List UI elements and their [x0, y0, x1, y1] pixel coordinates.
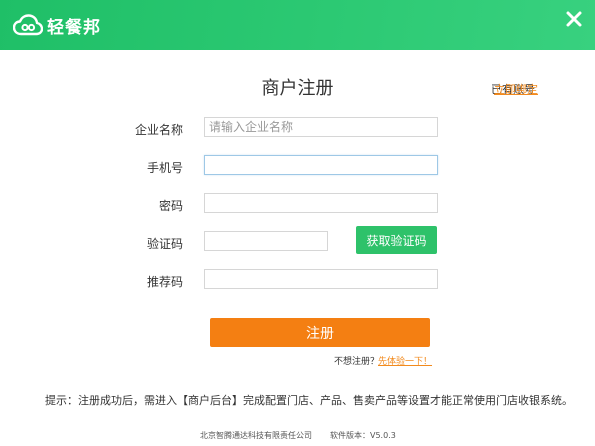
company-name-input[interactable]: [204, 117, 438, 137]
skip-register-text: 不想注册？: [334, 357, 380, 367]
cloud-logo-icon: [13, 14, 43, 36]
footer-company: 北京智腾通达科技有限责任公司: [200, 431, 312, 440]
verification-code-label: 验证码: [146, 237, 183, 251]
footer-version: 软件版本：V5.0.3: [330, 431, 396, 440]
referral-code-label: 推荐码: [146, 275, 183, 289]
password-label: 密码: [158, 199, 183, 213]
title-bar: 轻餐邦: [0, 0, 595, 50]
bind-now-link[interactable]: 立即绑定: [494, 81, 538, 97]
phone-input[interactable]: [204, 155, 438, 175]
phone-label: 手机号: [146, 161, 183, 175]
try-first-link[interactable]: 先体验一下！: [378, 354, 432, 367]
company-name-label: 企业名称: [134, 123, 183, 137]
get-code-button[interactable]: 获取验证码: [356, 226, 437, 254]
verification-code-input[interactable]: [204, 231, 328, 251]
password-input[interactable]: [204, 193, 438, 213]
app-logo: 轻餐邦: [13, 11, 101, 39]
app-name: 轻餐邦: [47, 17, 101, 38]
register-button[interactable]: 注册: [210, 318, 430, 347]
close-icon[interactable]: [563, 8, 585, 30]
registration-tip: 提示：注册成功后，需进入【商户后台】完成配置门店、产品、售卖产品等设置才能正常使…: [45, 394, 573, 407]
referral-code-input[interactable]: [204, 269, 438, 289]
